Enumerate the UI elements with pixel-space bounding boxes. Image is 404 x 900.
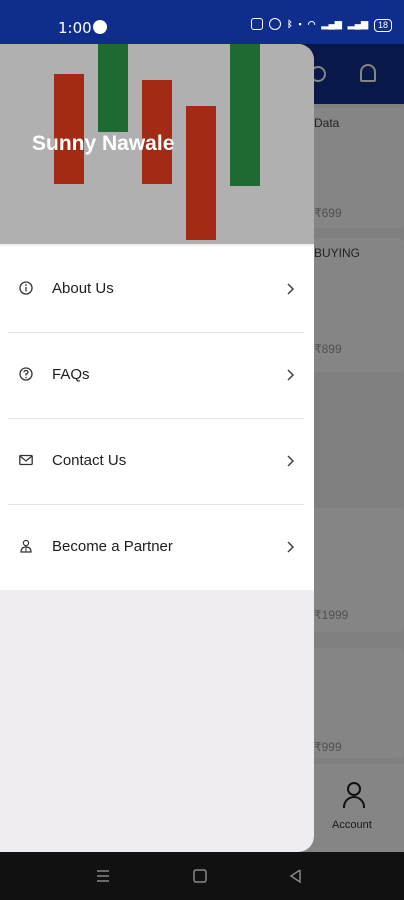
menu-item-label: About Us [52, 280, 114, 297]
navigation-drawer: Sunny Nawale About Us FAQs Contact Us Be… [0, 44, 314, 852]
candlestick-illustration [230, 44, 260, 186]
candlestick-illustration [98, 44, 128, 132]
drawer-header: Sunny Nawale [0, 44, 314, 244]
chevron-right-icon [287, 283, 295, 295]
candlestick-illustration [186, 106, 216, 240]
alarm-icon [269, 18, 282, 30]
info-icon [19, 281, 33, 295]
signal-icon: ▂▄▆ [321, 19, 342, 29]
recents-button[interactable] [94, 867, 112, 885]
candlestick-illustration [54, 74, 84, 184]
menu-item-label: Contact Us [52, 452, 127, 469]
drawer-menu: About Us FAQs Contact Us Become a Partne… [0, 246, 314, 590]
user-name: Sunny Nawale [32, 132, 175, 155]
chevron-right-icon [287, 455, 295, 467]
menu-item-faqs[interactable]: FAQs [0, 332, 314, 418]
question-icon [19, 367, 33, 381]
chevron-right-icon [287, 369, 295, 381]
home-button[interactable] [191, 867, 209, 885]
battery-icon: 18 [373, 19, 392, 32]
notification-icon [93, 20, 107, 34]
status-time: 1:00 [58, 19, 92, 37]
menu-item-label: FAQs [52, 366, 90, 383]
bluetooth-icon: ᛒ [287, 19, 293, 29]
menu-item-become-partner[interactable]: Become a Partner [0, 504, 314, 590]
menu-item-label: Become a Partner [52, 538, 173, 555]
wifi-icon: ◠ [307, 19, 316, 29]
signal-icon-2: ▂▄▆ [347, 19, 368, 29]
mail-icon [19, 454, 33, 466]
status-icons: ᛒ ▪ ◠ ▂▄▆ ▂▄▆ [251, 18, 368, 30]
menu-item-contact-us[interactable]: Contact Us [0, 418, 314, 504]
status-bar: 1:00 ᛒ ▪ ◠ ▂▄▆ ▂▄▆ 18 [0, 0, 404, 44]
chevron-right-icon [287, 541, 295, 553]
data-speed-icon: ▪ [298, 19, 302, 29]
nfc-icon [251, 18, 264, 30]
partner-icon [20, 539, 32, 553]
menu-item-about-us[interactable]: About Us [0, 246, 314, 332]
system-nav-bar [0, 852, 404, 900]
back-button[interactable] [287, 867, 305, 885]
